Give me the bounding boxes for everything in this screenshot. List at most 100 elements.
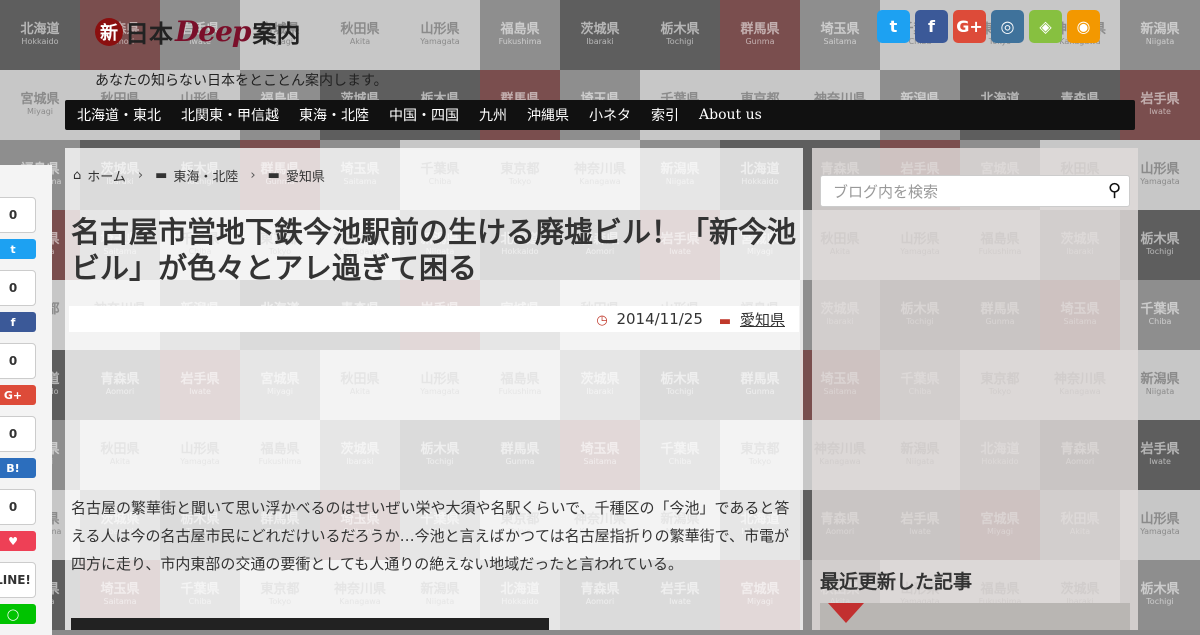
facebook-icon[interactable]: f <box>915 10 948 43</box>
prefecture-tile-kanji: 山形県 <box>1140 512 1180 528</box>
home-icon: ⌂ <box>73 168 82 183</box>
site-tagline: あなたの知らない日本をとことん案内します。 <box>95 73 388 89</box>
prefecture-tile: 埼玉県Saitama <box>800 0 880 70</box>
prefecture-tile-kanji: 栃木県 <box>1140 232 1180 248</box>
prefecture-tile-roman: Fukushima <box>498 36 542 46</box>
breadcrumb-tokai-hokuriku[interactable]: 東海・北陸 <box>173 166 238 185</box>
social-links: t f G+ ◎ ◈ ◉ <box>877 10 1100 43</box>
search-icon[interactable]: ⚲ <box>1108 180 1121 201</box>
prefecture-tile-roman: Yamagata <box>1140 526 1180 536</box>
prefecture-tile-roman: Hokkaido <box>21 36 59 46</box>
prefecture-tile-roman: Iwate <box>1149 456 1171 466</box>
prefecture-tile-kanji: 岩手県 <box>1140 442 1180 458</box>
share-google-plus[interactable]: 0 G+ <box>0 343 36 405</box>
prefecture-tile-kanji: 新潟県 <box>1140 22 1180 38</box>
nav-okinawa[interactable]: 沖縄県 <box>517 105 579 125</box>
prefecture-tile-roman: Miyagi <box>26 106 54 116</box>
prefecture-tile-roman: Ibaraki <box>586 36 614 46</box>
logo-text-nihon: 日本 <box>125 19 173 48</box>
share-count: LINE! <box>0 562 36 598</box>
share-column: 0 t 0 f 0 G+ 0 B! 0 ♥ LINE! ◯ <box>0 165 52 635</box>
google-plus-icon[interactable]: G+ <box>953 10 986 43</box>
nav-kyushu[interactable]: 九州 <box>469 105 517 125</box>
article-body: 名古屋の繁華街と聞いて思い浮かべるのはせいぜい栄や大須や名駅くらいで、千種区の「… <box>71 499 790 573</box>
main-nav: 北海道・東北 北関東・甲信越 東海・北陸 中国・四国 九州 沖縄県 小ネタ 索引… <box>65 100 1135 130</box>
prefecture-tile-roman: Yamagata <box>1140 176 1180 186</box>
prefecture-tile-roman: Tochigi <box>1146 246 1174 256</box>
twitter-share-icon[interactable]: t <box>0 239 36 259</box>
clock-icon: ◷ <box>596 313 608 328</box>
prefecture-tile-kanji: 秋田県 <box>340 22 380 38</box>
prefecture-tile: 北海道Hokkaido <box>0 0 80 70</box>
prefecture-tile-roman: Tochigi <box>1146 596 1174 606</box>
prefecture-tile-kanji: 栃木県 <box>660 22 700 38</box>
nav-kitakanto[interactable]: 北関東・甲信越 <box>171 105 289 125</box>
share-count: 0 <box>0 416 36 452</box>
breadcrumb-home[interactable]: ホーム <box>87 166 126 185</box>
sidebar: ブログ内を検索 ⚲ 最近更新した記事 <box>812 148 1138 630</box>
twitter-icon[interactable]: t <box>877 10 910 43</box>
prefecture-tile-roman: Niigata <box>1145 36 1175 46</box>
share-count: 0 <box>0 270 36 306</box>
facebook-share-icon[interactable]: f <box>0 312 36 332</box>
prefecture-tile-roman: Tochigi <box>666 36 694 46</box>
prefecture-tile-kanji: 北海道 <box>20 22 60 38</box>
prefecture-tile-kanji: 山形県 <box>420 22 460 38</box>
article-panel: ⌂ ホーム › ▬ 東海・北陸 › ▬ 愛知県 名古屋市営地下鉄今池駅前の生ける… <box>65 148 803 630</box>
share-count: 0 <box>0 489 36 525</box>
instagram-icon[interactable]: ◎ <box>991 10 1024 43</box>
prefecture-tile-kanji: 群馬県 <box>740 22 780 38</box>
prefecture-tile-roman: Iwate <box>1149 106 1171 116</box>
prefecture-tile-kanji: 新潟県 <box>1140 372 1180 388</box>
feedly-icon[interactable]: ◈ <box>1029 10 1062 43</box>
prefecture-tile: 福島県Fukushima <box>480 0 560 70</box>
recent-article-thumbnail[interactable] <box>820 603 1130 630</box>
search-box[interactable]: ブログ内を検索 ⚲ <box>820 175 1130 207</box>
share-pocket[interactable]: 0 ♥ <box>0 489 36 551</box>
recent-articles-heading: 最近更新した記事 <box>820 571 973 593</box>
nav-tokai-hokuriku[interactable]: 東海・北陸 <box>289 105 379 125</box>
share-line[interactable]: LINE! ◯ <box>0 562 36 624</box>
share-count: 0 <box>0 197 36 233</box>
prefecture-tile-roman: Akita <box>349 36 371 46</box>
nav-hokkaido-tohoku[interactable]: 北海道・東北 <box>65 105 171 125</box>
pocket-share-icon[interactable]: ♥ <box>0 531 36 551</box>
nav-about-us[interactable]: About us <box>689 107 772 123</box>
site-logo[interactable]: 新 日本 Deep 案内 <box>95 14 301 49</box>
article-meta: ◷ 2014/11/25 ▬ 愛知県 <box>69 306 799 332</box>
article-category-link[interactable]: 愛知県 <box>740 311 785 329</box>
folder-icon: ▬ <box>718 313 732 329</box>
google-plus-share-icon[interactable]: G+ <box>0 385 36 405</box>
line-share-icon[interactable]: ◯ <box>0 604 36 624</box>
prefecture-tile: 栃木県Tochigi <box>640 0 720 70</box>
logo-text-deep: Deep <box>175 15 251 48</box>
chevron-right-icon: › <box>137 168 144 183</box>
prefecture-tile: 新潟県Niigata <box>1120 0 1200 70</box>
search-input[interactable]: ブログ内を検索 <box>833 181 938 202</box>
hatena-share-icon[interactable]: B! <box>0 458 36 478</box>
nav-koneta[interactable]: 小ネタ <box>579 105 641 125</box>
prefecture-tile: 茨城県Ibaraki <box>560 0 640 70</box>
share-facebook[interactable]: 0 f <box>0 270 36 332</box>
breadcrumb-aichi[interactable]: 愛知県 <box>286 166 325 185</box>
nav-chugoku-shikoku[interactable]: 中国・四国 <box>379 105 469 125</box>
share-hatena[interactable]: 0 B! <box>0 416 36 478</box>
nav-index[interactable]: 索引 <box>641 105 689 125</box>
prefecture-tile-kanji: 宮城県 <box>20 92 60 108</box>
prefecture-tile-kanji: 岩手県 <box>1140 92 1180 108</box>
logo-circle: 新 <box>95 17 123 46</box>
share-count: 0 <box>0 343 36 379</box>
article-title: 名古屋市営地下鉄今池駅前の生ける廃墟ビル！「新今池ビル」が色々とアレ過ぎて困る <box>71 215 797 285</box>
chevron-right-icon: › <box>250 168 256 183</box>
prefecture-tile-kanji: 栃木県 <box>1140 582 1180 598</box>
prefecture-tile-kanji: 福島県 <box>500 22 540 38</box>
rss-icon[interactable]: ◉ <box>1067 10 1100 43</box>
breadcrumb: ⌂ ホーム › ▬ 東海・北陸 › ▬ 愛知県 <box>73 166 325 185</box>
prefecture-tile-roman: Yamagata <box>420 36 460 46</box>
share-twitter[interactable]: 0 t <box>0 197 36 259</box>
prefecture-tile: 秋田県Akita <box>320 0 400 70</box>
prefecture-tile-roman: Niigata <box>1145 386 1175 396</box>
prefecture-tile-roman: Gunma <box>745 36 775 46</box>
prefecture-tile-kanji: 茨城県 <box>580 22 620 38</box>
article-photo <box>71 618 549 630</box>
